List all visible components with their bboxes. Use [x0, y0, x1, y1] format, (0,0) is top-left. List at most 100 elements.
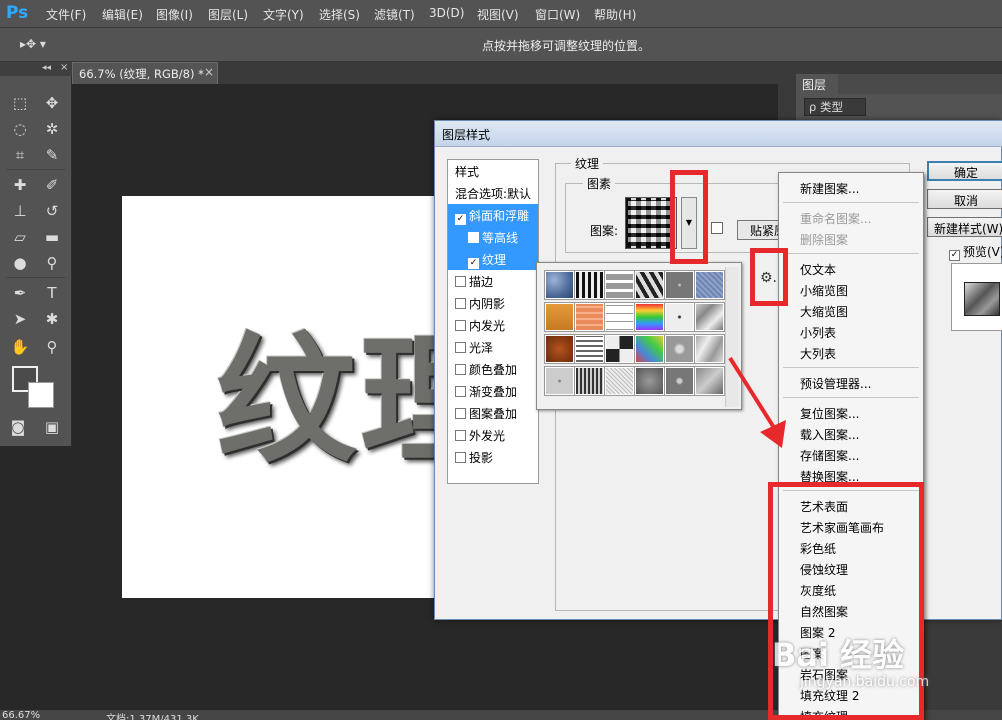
marquee-tool-icon[interactable]: ⬚ — [8, 92, 32, 114]
pattern-tile[interactable] — [574, 366, 605, 396]
preview-checkbox[interactable]: ✓ 预览(V) — [949, 243, 1002, 261]
eraser-tool-icon[interactable]: ▱ — [8, 226, 32, 248]
menu-select[interactable]: 选择(S) — [319, 6, 360, 23]
dialog-title-bar[interactable]: 图层样式 — [435, 121, 1002, 147]
style-row[interactable]: 内发光 — [448, 314, 538, 336]
style-row[interactable]: 外发光 — [448, 424, 538, 446]
clone-stamp-icon[interactable]: ⊥ — [8, 200, 32, 222]
lasso-tool-icon[interactable]: ◌ — [8, 118, 32, 140]
style-row[interactable]: 渐变叠加 — [448, 380, 538, 402]
checkbox-icon[interactable] — [455, 298, 466, 309]
pattern-tile[interactable] — [664, 334, 695, 364]
checkbox-icon[interactable] — [455, 276, 466, 287]
style-row[interactable]: 投影 — [448, 446, 538, 468]
style-row[interactable]: 等高线 — [448, 226, 538, 248]
pattern-tile[interactable] — [544, 334, 575, 364]
healing-brush-icon[interactable]: ✚ — [8, 174, 32, 196]
blur-tool-icon[interactable]: ● — [8, 252, 32, 274]
menu-view[interactable]: 视图(V) — [477, 6, 519, 23]
menu-item[interactable]: 大缩览图 — [779, 300, 923, 321]
new-preset-icon[interactable] — [711, 222, 723, 234]
checkbox-icon[interactable]: ✓ — [949, 250, 960, 261]
zoom-level[interactable]: 66.67% — [2, 710, 40, 720]
pattern-tile[interactable] — [694, 270, 725, 300]
menu-item[interactable]: 小缩览图 — [779, 279, 923, 300]
menu-type[interactable]: 文字(Y) — [263, 6, 304, 23]
menu-filter[interactable]: 滤镜(T) — [374, 6, 415, 23]
menu-item[interactable]: 小列表 — [779, 321, 923, 342]
screen-mode-icon[interactable]: ▣ — [40, 416, 64, 438]
brush-tool-icon[interactable]: ✐ — [40, 174, 64, 196]
style-row[interactable]: 描边 — [448, 270, 538, 292]
style-row[interactable]: 内阴影 — [448, 292, 538, 314]
ok-button[interactable]: 确定 — [927, 161, 1002, 181]
close-icon[interactable]: × — [60, 62, 68, 73]
type-tool-icon[interactable]: T — [40, 282, 64, 304]
checkbox-icon[interactable] — [455, 320, 466, 331]
menu-layer[interactable]: 图层(L) — [208, 6, 248, 23]
style-row[interactable]: 颜色叠加 — [448, 358, 538, 380]
pattern-tile[interactable] — [634, 366, 665, 396]
pattern-tile[interactable] — [604, 302, 635, 332]
close-icon[interactable]: × — [204, 65, 214, 79]
gradient-tool-icon[interactable]: ▬ — [40, 226, 64, 248]
checkbox-icon[interactable]: ✓ — [468, 258, 479, 269]
menu-item[interactable]: 新建图案... — [779, 177, 923, 198]
style-row[interactable]: 光泽 — [448, 336, 538, 358]
pattern-tile[interactable] — [634, 270, 665, 300]
pattern-tile[interactable] — [634, 334, 665, 364]
pattern-tile[interactable] — [694, 302, 725, 332]
checkbox-icon[interactable]: ✓ — [455, 214, 466, 225]
style-row[interactable]: 样式 — [448, 160, 538, 182]
quick-mask-icon[interactable]: ◙ — [6, 416, 30, 438]
menu-window[interactable]: 窗口(W) — [535, 6, 580, 23]
menu-file[interactable]: 文件(F) — [46, 6, 86, 23]
history-brush-icon[interactable]: ↺ — [40, 200, 64, 222]
menu-3d[interactable]: 3D(D) — [429, 6, 464, 20]
crop-tool-icon[interactable]: ⌗ — [8, 144, 32, 166]
pattern-tile[interactable] — [664, 302, 695, 332]
pattern-tile[interactable] — [664, 270, 695, 300]
eyedropper-icon[interactable]: ✎ — [40, 144, 64, 166]
pattern-tile[interactable] — [574, 334, 605, 364]
pattern-tile[interactable] — [544, 366, 575, 396]
checkbox-icon[interactable] — [468, 232, 479, 243]
style-row[interactable]: 图案叠加 — [448, 402, 538, 424]
new-style-button[interactable]: 新建样式(W)... — [927, 217, 1002, 237]
pattern-tile[interactable] — [604, 334, 635, 364]
document-tab[interactable]: 66.7% (纹理, RGB/8) * × — [72, 62, 218, 84]
menu-help[interactable]: 帮助(H) — [594, 6, 636, 23]
menu-image[interactable]: 图像(I) — [156, 6, 193, 23]
checkbox-icon[interactable] — [455, 342, 466, 353]
move-tool-icon[interactable]: ▸✥ ▾ — [20, 37, 60, 53]
checkbox-icon[interactable] — [455, 364, 466, 375]
pattern-tile[interactable] — [544, 302, 575, 332]
pattern-tile[interactable] — [574, 302, 605, 332]
pen-tool-icon[interactable]: ✒ — [8, 282, 32, 304]
checkbox-icon[interactable] — [455, 452, 466, 463]
checkbox-icon[interactable] — [455, 430, 466, 441]
dodge-tool-icon[interactable]: ⚲ — [40, 252, 64, 274]
path-selection-icon[interactable]: ➤ — [8, 308, 32, 330]
magic-wand-icon[interactable]: ✲ — [40, 118, 64, 140]
tab-layers[interactable]: 图层 — [796, 74, 838, 94]
pattern-tile[interactable] — [604, 270, 635, 300]
pattern-tile[interactable] — [574, 270, 605, 300]
style-row[interactable]: ✓ 斜面和浮雕 — [448, 204, 538, 226]
zoom-tool-icon[interactable]: ⚲ — [40, 336, 64, 358]
pattern-tile[interactable] — [544, 270, 575, 300]
hand-tool-icon[interactable]: ✋ — [8, 336, 32, 358]
checkbox-icon[interactable] — [455, 408, 466, 419]
move-tool-icon[interactable]: ✥ — [40, 92, 64, 114]
pattern-tile[interactable] — [664, 366, 695, 396]
cancel-button[interactable]: 取消 — [927, 189, 1002, 209]
shape-tool-icon[interactable]: ✱ — [40, 308, 64, 330]
menu-item[interactable]: 仅文本 — [779, 258, 923, 279]
pattern-tile[interactable] — [634, 302, 665, 332]
layer-kind-filter[interactable]: ρ 类型 — [804, 98, 866, 116]
background-color-swatch[interactable] — [28, 382, 54, 408]
pattern-tile[interactable] — [604, 366, 635, 396]
style-row[interactable]: 混合选项:默认 — [448, 182, 538, 204]
checkbox-icon[interactable] — [455, 386, 466, 397]
menu-edit[interactable]: 编辑(E) — [102, 6, 143, 23]
